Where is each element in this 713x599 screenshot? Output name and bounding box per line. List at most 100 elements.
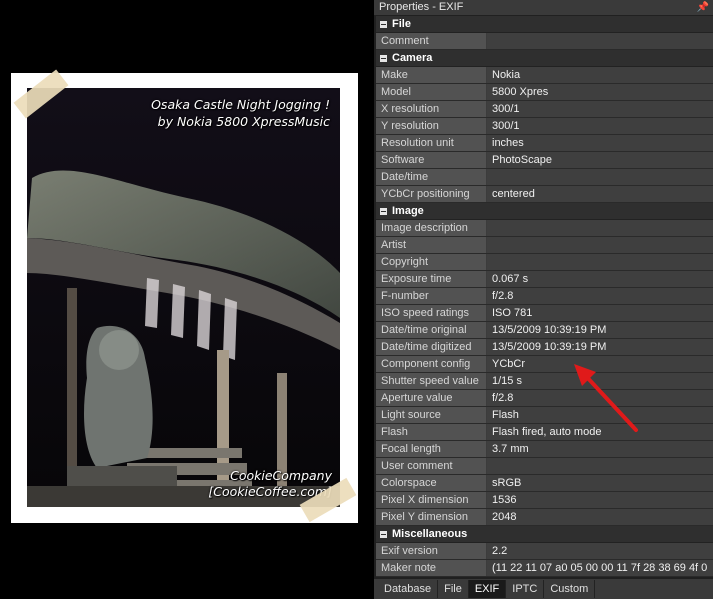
tab-iptc[interactable]: IPTC: [506, 580, 545, 598]
property-row[interactable]: Exposure time 0.067 s: [376, 271, 713, 288]
property-row[interactable]: Shutter speed value 1/15 s: [376, 373, 713, 390]
property-value[interactable]: 5800 Xpres: [487, 84, 713, 100]
panel-title: Properties - EXIF: [379, 1, 464, 13]
property-row[interactable]: Y resolution 300/1: [376, 118, 713, 135]
shrine-illustration: [27, 88, 340, 507]
property-value[interactable]: 0.067 s: [487, 271, 713, 287]
property-row[interactable]: Component config YCbCr: [376, 356, 713, 373]
category-camera[interactable]: Camera: [376, 50, 713, 67]
category-miscellaneous[interactable]: Miscellaneous: [376, 526, 713, 543]
property-key: Image description: [376, 220, 487, 236]
property-row[interactable]: Exif version 2.2: [376, 543, 713, 560]
photo-image: Osaka Castle Night Jogging ! by Nokia 58…: [27, 88, 340, 507]
property-row[interactable]: Date/time original 13/5/2009 10:39:19 PM: [376, 322, 713, 339]
property-row[interactable]: User comment: [376, 458, 713, 475]
property-key: Resolution unit: [376, 135, 487, 151]
property-row[interactable]: Date/time: [376, 169, 713, 186]
property-row[interactable]: Date/time digitized 13/5/2009 10:39:19 PM: [376, 339, 713, 356]
property-row[interactable]: X resolution 300/1: [376, 101, 713, 118]
property-row[interactable]: Model 5800 Xpres: [376, 84, 713, 101]
property-key: X resolution: [376, 101, 487, 117]
photo-caption-subtitle: by Nokia 5800 XpressMusic: [157, 114, 330, 129]
property-value[interactable]: 3.7 mm: [487, 441, 713, 457]
collapse-icon[interactable]: [380, 530, 387, 538]
collapse-icon[interactable]: [380, 54, 387, 62]
property-value[interactable]: 2.2: [487, 543, 713, 559]
property-row[interactable]: Software PhotoScape: [376, 152, 713, 169]
property-row[interactable]: Light source Flash: [376, 407, 713, 424]
property-row[interactable]: Copyright: [376, 254, 713, 271]
property-key: Colorspace: [376, 475, 487, 491]
property-row[interactable]: Pixel Y dimension 2048: [376, 509, 713, 526]
property-value[interactable]: sRGB: [487, 475, 713, 491]
property-key: Artist: [376, 237, 487, 253]
photo-frame: Osaka Castle Night Jogging ! by Nokia 58…: [11, 69, 358, 523]
property-value[interactable]: [487, 33, 713, 49]
property-value[interactable]: inches: [487, 135, 713, 151]
photo-caption-title: Osaka Castle Night Jogging !: [151, 97, 330, 112]
property-value[interactable]: ISO 781: [487, 305, 713, 321]
property-key: Exposure time: [376, 271, 487, 287]
property-value[interactable]: (11 22 11 07 a0 05 00 00 11 7f 28 38 69 …: [487, 560, 713, 576]
property-key: Software: [376, 152, 487, 168]
property-value[interactable]: 300/1: [487, 101, 713, 117]
property-key: Pixel X dimension: [376, 492, 487, 508]
property-row[interactable]: Flash Flash fired, auto mode: [376, 424, 713, 441]
property-row[interactable]: Focal length 3.7 mm: [376, 441, 713, 458]
property-key: Aperture value: [376, 390, 487, 406]
property-value[interactable]: 13/5/2009 10:39:19 PM: [487, 322, 713, 338]
property-key: Model: [376, 84, 487, 100]
property-value[interactable]: f/2.8: [487, 288, 713, 304]
category-file[interactable]: File: [376, 16, 713, 33]
tab-database[interactable]: Database: [378, 580, 439, 598]
property-key: Component config: [376, 356, 487, 372]
property-row[interactable]: Colorspace sRGB: [376, 475, 713, 492]
property-value[interactable]: centered: [487, 186, 713, 202]
property-key: Copyright: [376, 254, 487, 270]
property-key: ISO speed ratings: [376, 305, 487, 321]
property-key: Exif version: [376, 543, 487, 559]
property-key: YCbCr positioning: [376, 186, 487, 202]
category-image[interactable]: Image: [376, 203, 713, 220]
property-value[interactable]: [487, 458, 713, 474]
tab-file[interactable]: File: [438, 580, 469, 598]
collapse-icon[interactable]: [380, 207, 387, 215]
category-label: Miscellaneous: [392, 527, 468, 540]
property-value[interactable]: [487, 220, 713, 236]
property-value[interactable]: [487, 169, 713, 185]
property-value[interactable]: 2048: [487, 509, 713, 525]
property-value[interactable]: 13/5/2009 10:39:19 PM: [487, 339, 713, 355]
property-key: Date/time original: [376, 322, 487, 338]
pin-icon[interactable]: 📌: [697, 0, 709, 15]
property-row[interactable]: Aperture value f/2.8: [376, 390, 713, 407]
property-value[interactable]: PhotoScape: [487, 152, 713, 168]
category-label: Camera: [392, 51, 433, 64]
category-label: File: [392, 17, 411, 30]
property-row[interactable]: Image description: [376, 220, 713, 237]
property-value[interactable]: [487, 237, 713, 253]
property-row[interactable]: YCbCr positioning centered: [376, 186, 713, 203]
property-row[interactable]: Make Nokia: [376, 67, 713, 84]
property-key: Focal length: [376, 441, 487, 457]
property-row[interactable]: Comment: [376, 33, 713, 50]
property-row[interactable]: Pixel X dimension 1536: [376, 492, 713, 509]
collapse-icon[interactable]: [380, 20, 387, 28]
tab-exif[interactable]: EXIF: [468, 580, 507, 598]
property-row[interactable]: ISO speed ratings ISO 781: [376, 305, 713, 322]
property-key: Date/time: [376, 169, 487, 185]
property-value[interactable]: 300/1: [487, 118, 713, 134]
property-key: Pixel Y dimension: [376, 509, 487, 525]
tab-custom[interactable]: Custom: [544, 580, 596, 598]
property-key: User comment: [376, 458, 487, 474]
property-row[interactable]: F-number f/2.8: [376, 288, 713, 305]
property-value[interactable]: 1536: [487, 492, 713, 508]
property-row[interactable]: Resolution unit inches: [376, 135, 713, 152]
property-value[interactable]: Nokia: [487, 67, 713, 83]
property-value[interactable]: [487, 254, 713, 270]
annotation-arrow-icon: [574, 364, 638, 432]
property-grid: File Comment Camera Make Nokia Model 5800 Xpre…: [376, 16, 713, 578]
property-row[interactable]: Maker note (11 22 11 07 a0 05 00 00 11 7f…: [376, 560, 713, 577]
property-key: Y resolution: [376, 118, 487, 134]
property-key: Make: [376, 67, 487, 83]
property-row[interactable]: Artist: [376, 237, 713, 254]
